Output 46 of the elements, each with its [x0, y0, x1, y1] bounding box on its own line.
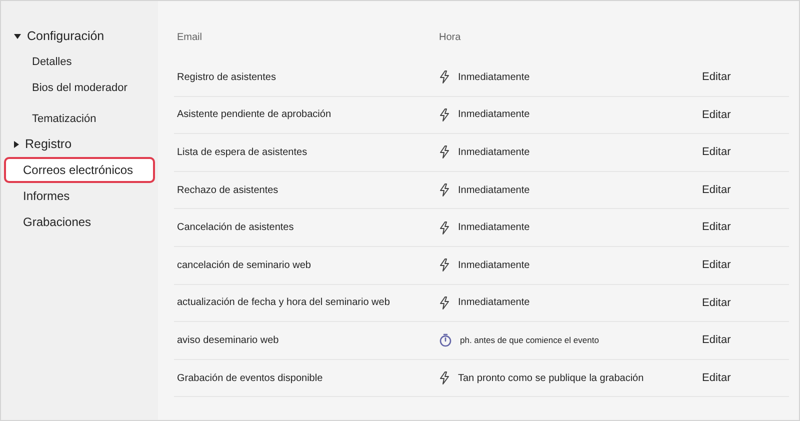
- sidebar-item[interactable]: Informes: [4, 183, 155, 209]
- email-name: cancelación de seminario web: [176, 258, 312, 273]
- edit-link[interactable]: Editar: [702, 257, 731, 274]
- send-time: Inmediatamente: [458, 184, 530, 198]
- email-name: Grabación de eventos disponible: [176, 372, 324, 386]
- email-name: Registro de asistentes: [176, 70, 277, 85]
- send-time: Inmediatamente: [458, 296, 530, 310]
- email-name: Lista de espera de asistentes: [176, 146, 308, 160]
- edit-link[interactable]: Editar: [702, 219, 731, 236]
- send-time: Inmediatamente: [458, 146, 530, 160]
- sidebar-subitem[interactable]: Tematización: [4, 101, 155, 131]
- edit-link[interactable]: Editar: [702, 332, 731, 349]
- edit-link[interactable]: Editar: [702, 294, 731, 312]
- send-time: Inmediatamente: [458, 108, 530, 122]
- edit-link[interactable]: Editar: [702, 106, 731, 124]
- sidebar-item[interactable]: Grabaciones: [4, 209, 155, 235]
- column-header: Hora: [439, 30, 462, 44]
- timer-icon: [439, 333, 452, 348]
- lightning-icon: [439, 258, 450, 272]
- edit-link[interactable]: Editar: [702, 182, 731, 198]
- edit-link[interactable]: Editar: [702, 69, 731, 86]
- send-time: Tan pronto como se publique la grabación: [458, 372, 644, 386]
- sidebar-item[interactable]: Correos electrónicos: [4, 157, 155, 183]
- sidebar-item[interactable]: Registro: [25, 134, 72, 154]
- email-name: aviso deseminario web: [176, 334, 280, 348]
- email-name: Cancelación de asistentes: [176, 221, 295, 236]
- lightning-icon: [439, 183, 450, 198]
- email-name: Rechazo de asistentes: [176, 184, 280, 198]
- email-name: Asistente pendiente de aprobación: [176, 108, 332, 122]
- edit-link[interactable]: Editar: [702, 144, 731, 161]
- email-name: actualización de fecha y hora del seminario web: [176, 296, 391, 310]
- lightning-icon: [439, 70, 450, 84]
- sidebar-item[interactable]: Configuración: [27, 26, 104, 46]
- send-time: ph. antes de que comience el evento: [460, 334, 599, 347]
- sidebar-subitem[interactable]: Detalles: [4, 49, 155, 75]
- lightning-icon: [439, 371, 450, 386]
- send-time: Inmediatamente: [458, 258, 530, 273]
- column-header: Email: [176, 30, 204, 44]
- edit-link[interactable]: Editar: [702, 370, 731, 386]
- lightning-icon: [439, 145, 450, 160]
- send-time: Inmediatamente: [458, 221, 530, 236]
- sidebar-subitem[interactable]: Bios del moderador: [4, 75, 155, 101]
- lightning-icon: [439, 296, 450, 310]
- lightning-icon: [439, 108, 450, 122]
- send-time: Inmediatamente: [458, 70, 530, 85]
- lightning-icon: [439, 220, 450, 235]
